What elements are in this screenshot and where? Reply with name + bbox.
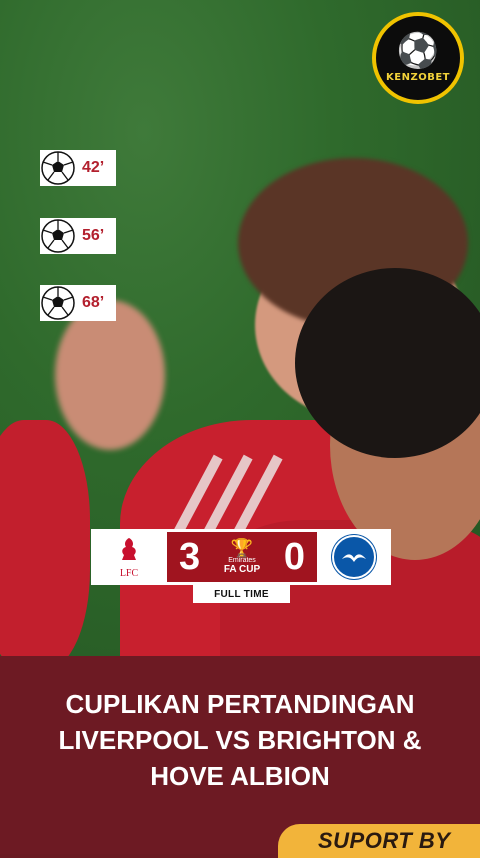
headline: CUPLIKAN PERTANDINGAN LIVERPOOL VS BRIGH… — [0, 686, 480, 794]
soccer-ball-icon — [40, 285, 76, 321]
goal-marker: 56’ — [40, 218, 116, 254]
seagull-icon — [332, 535, 376, 579]
goal-marker: 68’ — [40, 285, 116, 321]
fa-cup-logo: 🏆 Emirates FA CUP — [224, 539, 260, 575]
liverbird-icon — [116, 536, 142, 566]
soccer-ball-icon — [40, 218, 76, 254]
headline-line: LIVERPOOL VS BRIGHTON & — [58, 725, 422, 755]
goal-marker: 42’ — [40, 150, 116, 186]
home-score: 3 — [179, 535, 201, 578]
headline-line: HOVE ALBION — [150, 761, 330, 791]
trophy-icon: 🏆 — [230, 538, 254, 558]
player-hair-2 — [295, 268, 480, 458]
match-status: FULL TIME — [193, 585, 290, 603]
support-label: SUPORT BY — [318, 828, 451, 853]
player-sleeve — [0, 420, 90, 656]
goal-minute: 42’ — [82, 159, 105, 176]
brand-name: KENZOBET — [386, 71, 450, 83]
scoreboard: LFC 3 🏆 Emirates FA CUP 0 — [91, 529, 391, 585]
kenzobet-logo[interactable]: ⚽ KENZOBET — [372, 12, 464, 104]
crest-label: LFC — [119, 567, 139, 579]
raised-arm — [55, 300, 165, 450]
caption-banner: CUPLIKAN PERTANDINGAN LIVERPOOL VS BRIGH… — [0, 656, 480, 858]
soccer-ball-icon — [40, 150, 76, 186]
away-score: 0 — [283, 535, 305, 578]
liverpool-crest: LFC — [91, 529, 167, 585]
brighton-crest — [317, 529, 391, 585]
goal-minute: 68’ — [82, 294, 105, 311]
competition-name: FA CUP — [223, 564, 261, 575]
score-box: 3 🏆 Emirates FA CUP 0 — [167, 532, 317, 582]
support-tag: SUPORT BY — [278, 824, 480, 858]
headline-line: CUPLIKAN PERTANDINGAN — [65, 689, 415, 719]
soccer-ball-icon: ⚽ — [396, 31, 440, 70]
goal-minute: 56’ — [82, 227, 105, 244]
